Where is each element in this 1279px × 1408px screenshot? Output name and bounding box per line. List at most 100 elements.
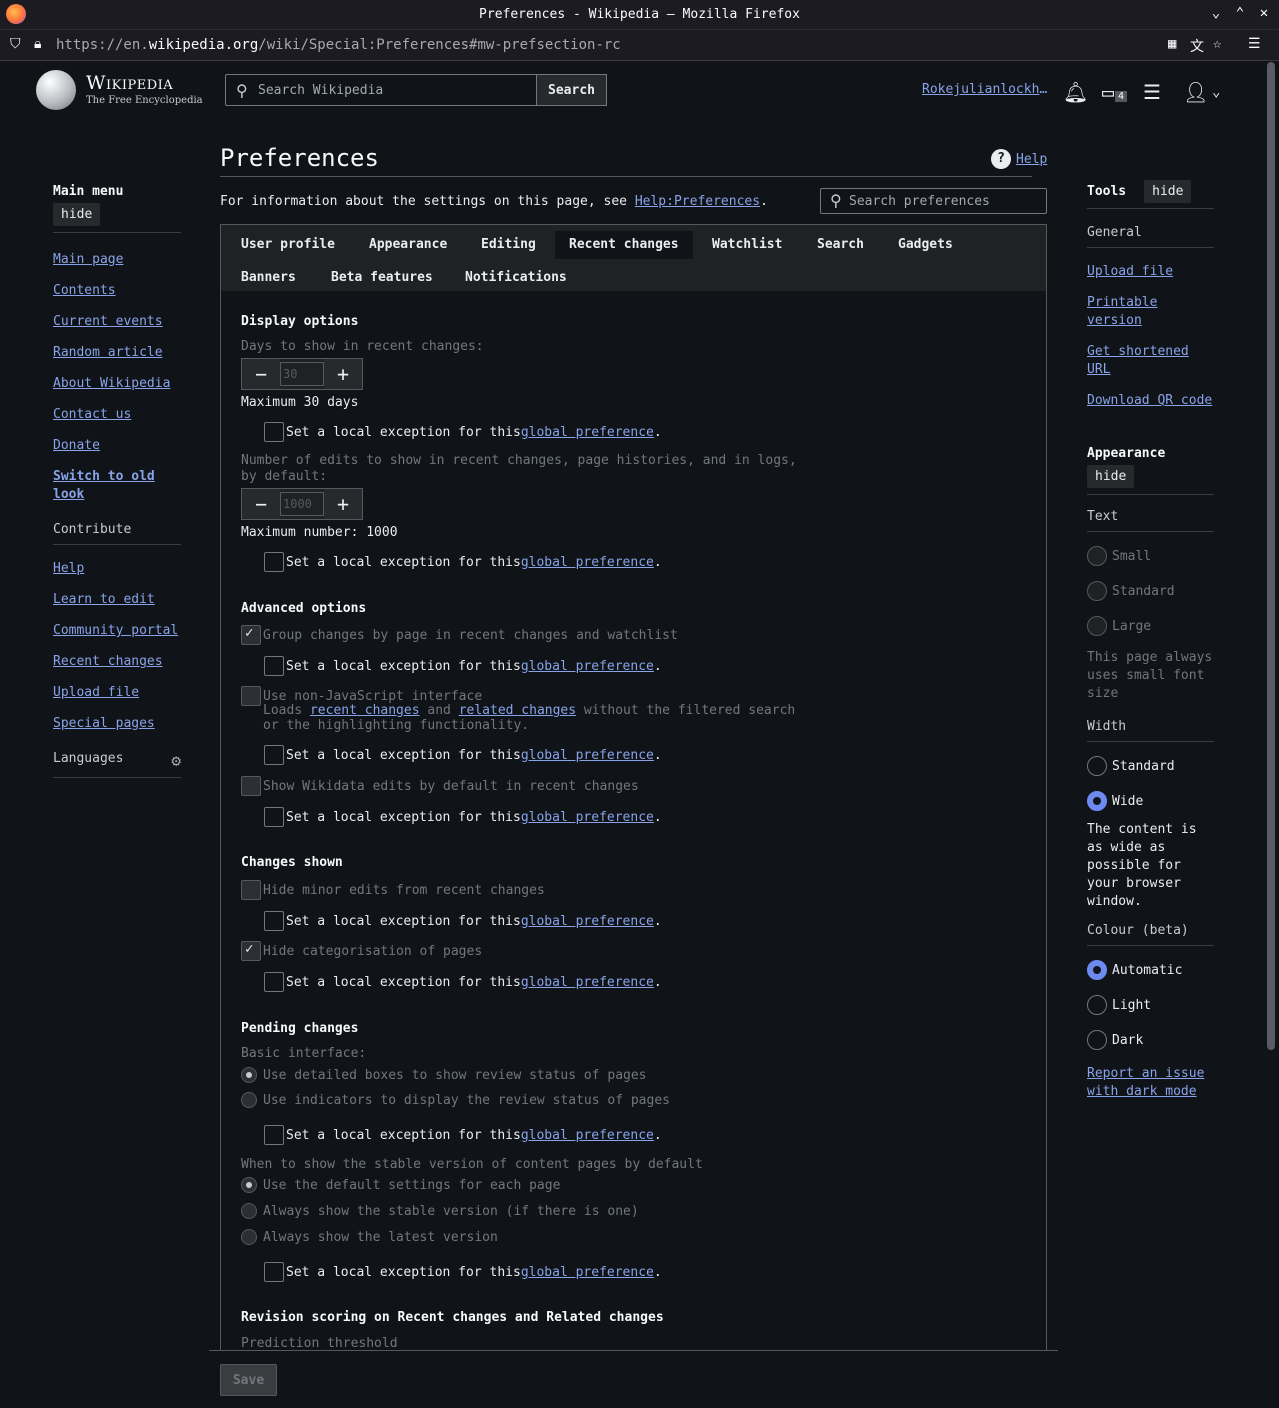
nav-about-wikipedia[interactable]: About Wikipedia (53, 375, 181, 393)
edits-input[interactable]: 1000 (280, 492, 324, 516)
indicators-option[interactable]: Use indicators to display the review sta… (241, 1092, 670, 1108)
width-standard-option[interactable]: Standard (1087, 755, 1214, 777)
search-preferences-input[interactable]: ⚲ Search preferences (820, 188, 1047, 214)
watchlist-icon[interactable]: ☰ (1143, 80, 1161, 104)
tab-recent-changes[interactable]: Recent changes (555, 231, 693, 259)
local-exception-checkbox[interactable] (264, 656, 284, 676)
wikidata-checkbox[interactable] (241, 776, 261, 796)
nav-special-pages[interactable]: Special pages (53, 715, 181, 733)
group-changes-checkbox[interactable] (241, 625, 261, 645)
text-small-radio[interactable] (1087, 546, 1107, 566)
nav-donate[interactable]: Donate (53, 437, 181, 455)
report-dark-mode-issue-link[interactable]: Report an issue with dark mode (1087, 1065, 1214, 1101)
bookmark-star-icon[interactable]: ☆ (1213, 36, 1221, 52)
tool-get-shortened-url[interactable]: Get shortened URL (1087, 343, 1214, 379)
lock-icon[interactable]: 🔒︎ (34, 36, 41, 52)
edits-stepper[interactable]: − 1000 + (241, 488, 363, 520)
switch-old-look-link[interactable]: Switch to old look (53, 468, 181, 504)
nav-learn-to-edit[interactable]: Learn to edit (53, 591, 181, 609)
edits-decrement-button[interactable]: − (242, 489, 280, 519)
local-exception-checkbox[interactable] (264, 745, 284, 765)
colour-automatic-option[interactable]: Automatic (1087, 959, 1214, 981)
colour-dark-option[interactable]: Dark (1087, 1029, 1214, 1051)
days-stepper[interactable]: − 30 + (241, 358, 363, 390)
local-exception-checkbox[interactable] (264, 552, 284, 572)
detailed-boxes-option[interactable]: Use detailed boxes to show review status… (241, 1067, 647, 1083)
tool-download-qr-code[interactable]: Download QR code (1087, 392, 1214, 410)
nav-main-page[interactable]: Main page (53, 251, 181, 269)
days-input[interactable]: 30 (280, 362, 324, 386)
default-settings-option[interactable]: Use the default settings for each page (241, 1177, 560, 1193)
non-js-checkbox[interactable] (241, 686, 261, 706)
latest-version-option[interactable]: Always show the latest version (241, 1229, 498, 1245)
local-exception-row[interactable]: Set a local exception for this global pr… (264, 972, 662, 992)
tool-printable-version[interactable]: Printable version (1087, 294, 1214, 330)
latest-version-radio[interactable] (241, 1229, 257, 1245)
wikipedia-logo[interactable]: Wikipedia The Free Encyclopedia (36, 70, 203, 110)
nav-current-events[interactable]: Current events (53, 313, 181, 331)
local-exception-checkbox[interactable] (264, 972, 284, 992)
global-preference-link[interactable]: global preference (521, 1128, 654, 1143)
appearance-hide-button[interactable]: hide (1087, 465, 1135, 488)
local-exception-row[interactable]: Set a local exception for this global pr… (264, 656, 662, 676)
global-preference-link[interactable]: global preference (521, 425, 654, 440)
qr-code-icon[interactable]: ▦ (1168, 36, 1176, 52)
tab-editing[interactable]: Editing (467, 231, 550, 259)
width-wide-option[interactable]: Wide (1087, 790, 1214, 812)
languages-gear-icon[interactable]: ⚙ (171, 751, 181, 770)
local-exception-checkbox[interactable] (264, 911, 284, 931)
help-link-label[interactable]: Help (1016, 152, 1047, 167)
edits-increment-button[interactable]: + (324, 489, 362, 519)
days-decrement-button[interactable]: − (242, 359, 280, 389)
colour-automatic-radio[interactable] (1087, 960, 1107, 980)
tab-user-profile[interactable]: User profile (227, 231, 349, 259)
global-preference-link[interactable]: global preference (521, 975, 654, 990)
default-settings-radio[interactable] (241, 1177, 257, 1193)
global-preference-link[interactable]: global preference (521, 914, 654, 929)
shield-icon[interactable]: ⛉ (10, 36, 21, 52)
tools-hide-button[interactable]: hide (1144, 180, 1192, 203)
text-large-radio[interactable] (1087, 616, 1107, 636)
local-exception-row[interactable]: Set a local exception for this global pr… (264, 1262, 662, 1282)
colour-light-radio[interactable] (1087, 995, 1107, 1015)
tool-upload-file[interactable]: Upload file (1087, 263, 1214, 281)
text-standard-radio[interactable] (1087, 581, 1107, 601)
tab-beta-features[interactable]: Beta features (317, 264, 447, 292)
nav-recent-changes[interactable]: Recent changes (53, 653, 181, 671)
url-text[interactable]: https://en.wikipedia.org/wiki/Special:Pr… (56, 37, 621, 53)
global-preference-link[interactable]: global preference (521, 659, 654, 674)
nav-contents[interactable]: Contents (53, 282, 181, 300)
stable-version-radio[interactable] (241, 1203, 257, 1219)
close-icon[interactable]: ✕ (1254, 5, 1274, 21)
global-preference-link[interactable]: global preference (521, 748, 654, 763)
local-exception-row[interactable]: Set a local exception for this global pr… (264, 1125, 662, 1145)
hide-categorisation-checkbox[interactable] (241, 941, 261, 961)
colour-dark-radio[interactable] (1087, 1030, 1107, 1050)
local-exception-checkbox[interactable] (264, 1125, 284, 1145)
local-exception-row[interactable]: Set a local exception for this global pr… (264, 422, 662, 442)
nav-help[interactable]: Help (53, 560, 181, 578)
nav-contact-us[interactable]: Contact us (53, 406, 181, 424)
help-link[interactable]: ? Help (991, 149, 1047, 169)
global-preference-link[interactable]: global preference (521, 555, 654, 570)
global-preference-link[interactable]: global preference (521, 1265, 654, 1280)
translate-icon[interactable]: 文 (1190, 36, 1204, 56)
nav-upload-file[interactable]: Upload file (53, 684, 181, 702)
width-standard-radio[interactable] (1087, 756, 1107, 776)
tab-notifications[interactable]: Notifications (451, 264, 581, 292)
text-small-option[interactable]: Small (1087, 545, 1214, 567)
text-standard-option[interactable]: Standard (1087, 580, 1214, 602)
detailed-boxes-radio[interactable] (241, 1067, 257, 1083)
minimize-icon[interactable]: ⌄ (1206, 5, 1226, 21)
local-exception-row[interactable]: Set a local exception for this global pr… (264, 807, 662, 827)
chevron-down-icon[interactable]: ⌄ (1212, 84, 1220, 100)
days-increment-button[interactable]: + (324, 359, 362, 389)
width-wide-radio[interactable] (1087, 791, 1107, 811)
url-bar[interactable]: ⛉ 🔒︎ https://en.wikipedia.org/wiki/Speci… (0, 30, 1279, 61)
user-page-link[interactable]: Rokejulianlockhart (922, 82, 1050, 97)
local-exception-row[interactable]: Set a local exception for this global pr… (264, 745, 662, 765)
main-menu-hide-button[interactable]: hide (53, 203, 101, 226)
notifications-bell-icon[interactable]: 🔔︎ (1063, 80, 1088, 104)
local-exception-row[interactable]: Set a local exception for this global pr… (264, 911, 662, 931)
text-large-option[interactable]: Large (1087, 615, 1214, 637)
